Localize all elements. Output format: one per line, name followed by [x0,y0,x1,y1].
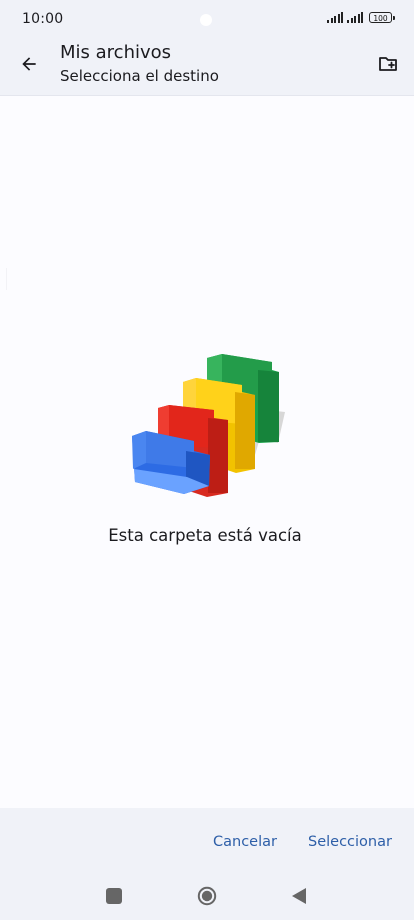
status-icons: 100 [327,12,395,23]
status-time: 10:00 [22,11,64,27]
phone-screen: 10:00 100 Mis archivos Selecciona el des… [0,0,414,920]
back-triangle-icon[interactable] [291,887,307,905]
empty-folder-message: Esta carpeta está vacía [108,526,302,545]
new-folder-button[interactable] [374,50,402,78]
back-button[interactable] [13,48,45,80]
scroll-edge [6,268,7,290]
status-bar: 10:00 100 [0,0,414,38]
bottom-action-bar: Cancelar Seleccionar [0,808,414,872]
signal-icon [347,12,363,23]
battery-icon: 100 [369,12,395,23]
signal-icon [327,12,343,23]
arrow-back-icon [22,57,36,71]
page-subtitle: Selecciona el destino [60,67,219,85]
cancel-button[interactable]: Cancelar [205,828,285,856]
page-title: Mis archivos [60,42,172,63]
recents-icon[interactable] [106,888,122,904]
front-camera [200,14,212,26]
system-navigation-bar [0,872,414,920]
create-new-folder-icon [379,57,397,71]
select-button[interactable]: Seleccionar [300,828,400,856]
app-bar-titles: Mis archivos Selecciona el destino [60,42,219,88]
empty-folder-illustration [132,354,285,497]
home-icon[interactable] [197,886,217,906]
app-bar: Mis archivos Selecciona el destino [0,38,414,96]
file-list-area: Esta carpeta está vacía [0,96,414,808]
